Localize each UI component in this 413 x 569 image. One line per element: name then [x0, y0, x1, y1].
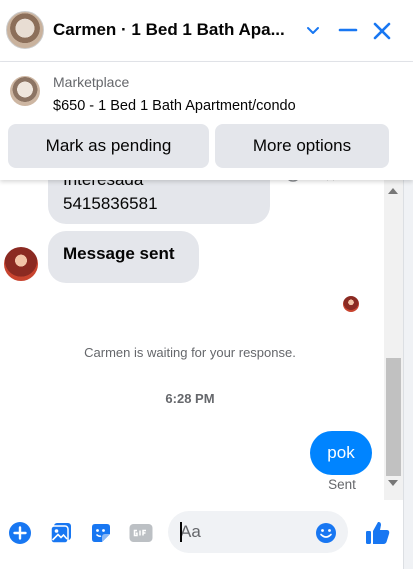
read-receipt-avatar [343, 296, 359, 312]
marketplace-listing-card: Marketplace $650 - 1 Bed 1 Bath Apartmen… [0, 62, 413, 180]
listing-description[interactable]: $650 - 1 Bed 1 Bath Apartment/condo [53, 98, 296, 114]
close-icon[interactable] [370, 19, 394, 43]
listing-thumbnail[interactable] [10, 76, 40, 106]
listing-source: Marketplace [53, 74, 130, 90]
delivery-status: Sent [328, 477, 356, 492]
scroll-up-arrow[interactable] [388, 188, 398, 194]
message-list[interactable]: Interesada 5415836581 Message sent Carme… [0, 180, 384, 500]
message-text: Message sent [63, 244, 175, 263]
more-options-button[interactable]: More options [215, 124, 389, 168]
mark-as-pending-button[interactable]: Mark as pending [8, 124, 209, 168]
emoji-icon[interactable] [315, 522, 337, 544]
message-composer [0, 500, 403, 569]
like-icon[interactable] [364, 519, 392, 547]
message-bubble-incoming: Interesada 5415836581 [48, 180, 270, 224]
gif-icon[interactable] [129, 521, 153, 545]
message-timestamp: 6:28 PM [165, 391, 215, 406]
message-text: pok [327, 443, 355, 462]
react-icon [288, 180, 298, 182]
image-icon[interactable] [49, 521, 73, 545]
waiting-notice: Carmen is waiting for your response. [84, 345, 296, 360]
text-cursor [180, 522, 182, 542]
message-bubble-outgoing[interactable]: pok [310, 431, 372, 475]
message-actions [284, 180, 374, 188]
chevron-down-icon[interactable] [304, 19, 322, 41]
contact-avatar[interactable] [6, 11, 44, 49]
chat-header: Carmen · 1 Bed 1 Bath Apa... [0, 0, 413, 62]
sender-avatar[interactable] [4, 247, 38, 281]
message-bubble-incoming: Message sent [48, 231, 199, 283]
message-text: 5415836581 [63, 194, 158, 213]
chat-title[interactable]: Carmen · 1 Bed 1 Bath Apa... [53, 20, 285, 40]
minimize-icon[interactable] [337, 19, 359, 41]
plus-circle-icon[interactable] [8, 521, 32, 545]
message-text: Interesada [63, 180, 143, 190]
scroll-thumb[interactable] [386, 358, 401, 476]
message-scrollbar[interactable] [384, 180, 403, 500]
scroll-down-arrow[interactable] [388, 480, 398, 486]
sticker-icon[interactable] [89, 521, 113, 545]
